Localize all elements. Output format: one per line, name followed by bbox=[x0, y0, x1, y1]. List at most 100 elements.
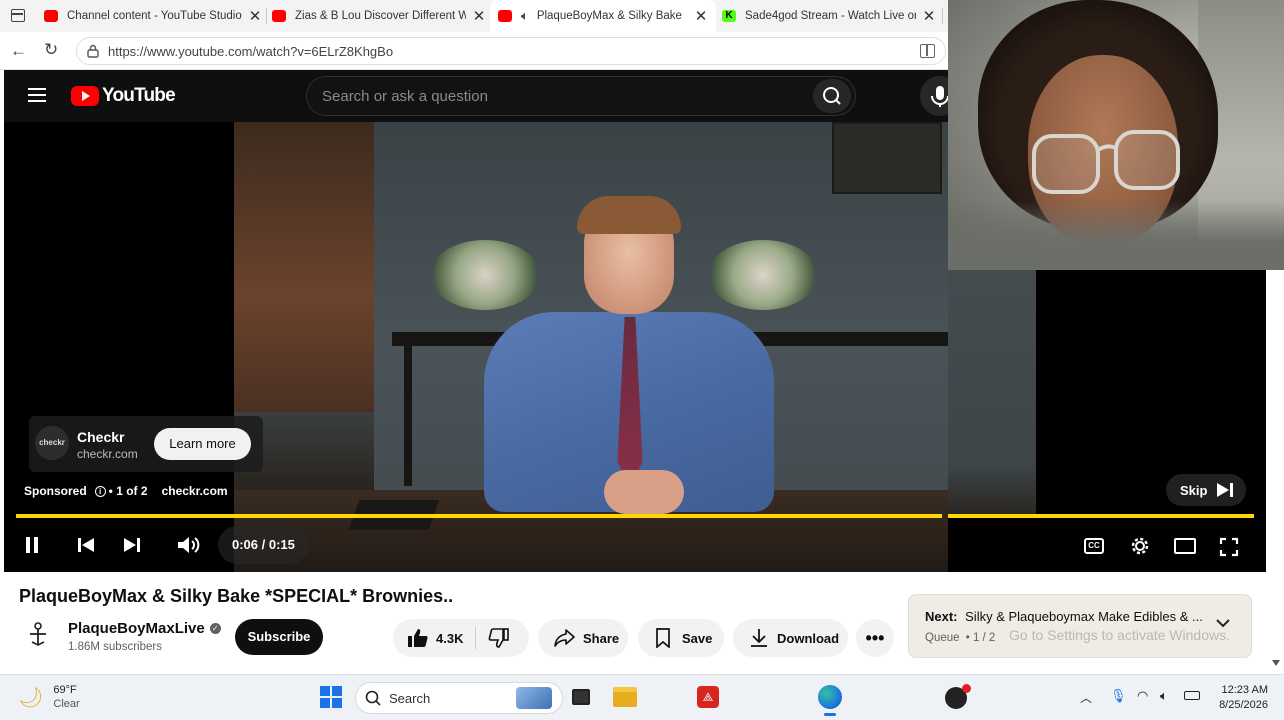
youtube-favicon-icon bbox=[44, 10, 58, 22]
speaker-tab-icon[interactable]: 🔈︎ bbox=[521, 8, 529, 24]
pause-icon bbox=[26, 537, 38, 553]
close-tab-icon[interactable]: ✕ bbox=[694, 7, 708, 25]
save-button[interactable]: Save bbox=[638, 619, 724, 657]
channel-logo-icon bbox=[30, 622, 46, 646]
more-actions-button[interactable]: ••• bbox=[856, 619, 894, 657]
tab-youtube-studio[interactable]: Channel content - YouTube Studio ✕ bbox=[44, 0, 262, 32]
page-scrollbar[interactable] bbox=[1268, 270, 1284, 674]
download-label: Download bbox=[777, 630, 840, 646]
tab-sade4god[interactable]: K Sade4god Stream - Watch Live on ✕ bbox=[722, 0, 936, 32]
search-button[interactable] bbox=[813, 79, 851, 113]
tab-plaqueboymax-active[interactable]: 🔈︎ PlaqueBoyMax & Silky Bake ✕ bbox=[490, 0, 716, 32]
windows-taskbar: 🌙︎ 69°F Clear Search ⟁ ︿ 🎙︎ ◠ 🔈︎ 12:23 A… bbox=[0, 674, 1284, 720]
windows-logo-icon bbox=[320, 686, 342, 708]
thumbs-down-icon bbox=[489, 628, 510, 648]
microphone-tray-icon[interactable]: 🎙︎ bbox=[1110, 688, 1127, 704]
skip-ad-control[interactable]: Skip bbox=[1166, 474, 1246, 506]
next-row: Next: Silky & Plaqueboymax Make Edibles … bbox=[925, 609, 1203, 624]
task-view-icon[interactable] bbox=[572, 689, 590, 705]
url-text[interactable]: https://www.youtube.com/watch?v=6ELrZ8Kh… bbox=[108, 44, 393, 59]
queue-next-card[interactable]: Next: Silky & Plaqueboymax Make Edibles … bbox=[908, 594, 1252, 658]
subscribe-button[interactable]: Subscribe bbox=[235, 619, 323, 655]
refresh-icon[interactable]: ↻ bbox=[44, 40, 58, 60]
close-tab-icon[interactable]: ✕ bbox=[248, 7, 262, 25]
split-screen-icon[interactable] bbox=[920, 44, 935, 58]
weather-temp: 69°F bbox=[53, 684, 77, 696]
youtube-favicon-icon bbox=[272, 10, 286, 22]
search-box[interactable]: Search or ask a question bbox=[306, 76, 856, 116]
download-button[interactable]: Download bbox=[733, 619, 848, 657]
save-icon bbox=[656, 628, 670, 648]
speaker-tray-icon[interactable]: 🔈︎ bbox=[1160, 688, 1168, 704]
notification-badge bbox=[962, 684, 971, 693]
wifi-icon[interactable]: ◠ bbox=[1137, 688, 1148, 704]
edge-browser-icon[interactable] bbox=[818, 685, 842, 709]
weather-widget[interactable]: 🌙︎ 69°F Clear bbox=[18, 683, 80, 711]
share-icon bbox=[554, 629, 575, 647]
subscriber-count: 1.86M subscribers bbox=[68, 641, 162, 653]
settings-gear-icon[interactable] bbox=[1128, 534, 1152, 558]
info-icon[interactable]: i bbox=[94, 485, 106, 497]
youtube-favicon-icon bbox=[498, 10, 512, 22]
volume-button[interactable] bbox=[176, 534, 202, 556]
moon-icon: 🌙︎ bbox=[18, 686, 44, 709]
tab-title: Sade4god Stream - Watch Live on bbox=[745, 10, 916, 22]
youtube-logo[interactable]: YouTube bbox=[71, 85, 176, 107]
like-button[interactable]: 4.3K bbox=[393, 619, 463, 657]
app-icon[interactable] bbox=[945, 684, 971, 709]
fullscreen-expand-icon[interactable] bbox=[1218, 536, 1240, 558]
file-explorer-icon[interactable] bbox=[613, 687, 637, 707]
channel-name-row[interactable]: PlaqueBoyMaxLive ✓ bbox=[68, 620, 221, 637]
dislike-button[interactable] bbox=[488, 628, 510, 648]
youtube-play-logo-icon bbox=[71, 86, 99, 106]
start-button[interactable] bbox=[320, 686, 342, 708]
closed-captions-icon[interactable]: CC bbox=[1084, 538, 1104, 554]
site-info-icon[interactable] bbox=[86, 44, 100, 58]
tab-zias-blou[interactable]: Zias & B Lou Discover Different W ✕ bbox=[272, 0, 486, 32]
ad-link[interactable]: checkr.com bbox=[162, 484, 228, 498]
theater-mode-icon[interactable] bbox=[1174, 538, 1196, 554]
activate-windows-watermark: Go to Settings to activate Windows. bbox=[1009, 627, 1230, 643]
ad-progress-track[interactable] bbox=[16, 514, 942, 518]
download-icon bbox=[751, 629, 767, 647]
close-tab-icon[interactable]: ✕ bbox=[472, 7, 486, 25]
tab-title: PlaqueBoyMax & Silky Bake bbox=[536, 10, 682, 22]
channel-name[interactable]: PlaqueBoyMaxLive bbox=[68, 620, 205, 637]
address-bar[interactable]: https://www.youtube.com/watch?v=6ELrZ8Kh… bbox=[76, 37, 946, 65]
youtube-page: YouTube Search or ask a question checkr … bbox=[4, 70, 948, 572]
next-video-title[interactable]: Silky & Plaqueboymax Make Edibles & ... bbox=[965, 609, 1203, 624]
learn-more-button[interactable]: Learn more bbox=[154, 428, 251, 460]
pause-button[interactable] bbox=[24, 536, 40, 554]
clock[interactable]: 12:23 AM 8/25/2026 bbox=[1210, 683, 1268, 713]
tab-actions-icon[interactable] bbox=[11, 9, 25, 22]
advertiser-domain: checkr.com bbox=[77, 447, 138, 461]
close-tab-icon[interactable]: ✕ bbox=[922, 7, 936, 25]
menu-icon[interactable] bbox=[28, 88, 46, 102]
ad-advertiser-card[interactable]: checkr Checkr checkr.com Learn more bbox=[29, 416, 263, 472]
address-bar-row: ← ↻ https://www.youtube.com/watch?v=6ELr… bbox=[0, 32, 948, 70]
previous-icon bbox=[78, 538, 94, 552]
scroll-down-icon[interactable] bbox=[1272, 660, 1280, 666]
volume-icon bbox=[178, 537, 200, 553]
chevron-down-icon[interactable] bbox=[1215, 617, 1231, 629]
like-count: 4.3K bbox=[436, 630, 464, 646]
battery-icon[interactable] bbox=[1184, 691, 1200, 700]
next-button[interactable] bbox=[122, 536, 142, 554]
acrobat-icon[interactable]: ⟁ bbox=[697, 686, 719, 708]
share-button[interactable]: Share bbox=[538, 619, 628, 657]
weather-condition: Clear bbox=[53, 698, 80, 710]
previous-button[interactable] bbox=[76, 536, 96, 554]
channel-avatar[interactable] bbox=[24, 620, 52, 648]
tab-title: Channel content - YouTube Studio bbox=[67, 10, 242, 22]
voice-search-button[interactable] bbox=[920, 76, 948, 116]
skip-forward-icon bbox=[1217, 483, 1234, 497]
ad-progress-track-ext bbox=[948, 514, 1254, 518]
search-input[interactable]: Search or ask a question bbox=[322, 88, 488, 105]
back-icon[interactable]: ← bbox=[10, 41, 27, 61]
video-title: PlaqueBoyMax & Silky Bake *SPECIAL* Brow… bbox=[19, 586, 454, 606]
taskbar-search[interactable]: Search bbox=[355, 682, 563, 714]
video-player[interactable]: checkr Checkr checkr.com Learn more Spon… bbox=[4, 122, 948, 572]
show-hidden-icons[interactable]: ︿ bbox=[1080, 689, 1092, 706]
youtube-logo-text: YouTube bbox=[102, 85, 176, 106]
time-display: 0:06 / 0:15 bbox=[218, 526, 309, 564]
